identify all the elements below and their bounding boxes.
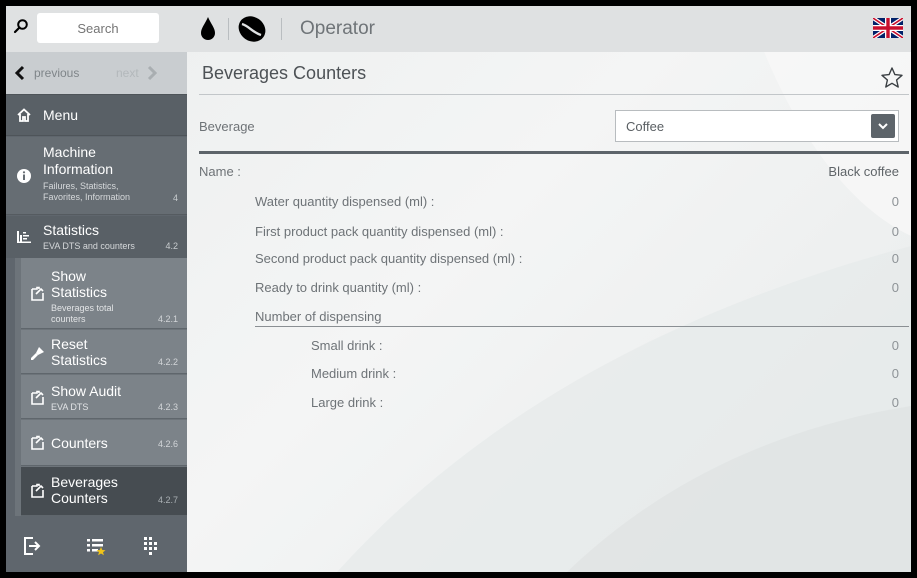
search-input[interactable] — [37, 13, 159, 43]
sub-item-show-statistics[interactable]: Show Statistics Beverages total counters… — [21, 258, 187, 329]
top-header: Operator — [187, 6, 911, 52]
brush-icon — [31, 347, 44, 360]
statistics-sub: EVA DTS and counters — [43, 241, 135, 251]
coffee-bean-icon[interactable] — [237, 14, 267, 44]
main-content: Operator Beverages Counters Beverage Cof… — [187, 6, 911, 572]
dispensing-value: 0 — [891, 338, 899, 353]
title-divider — [199, 94, 909, 95]
dispensing-label: Large drink : — [311, 395, 384, 410]
sub-item-counters[interactable]: Counters 4.2.6 — [21, 420, 187, 466]
header-separator — [228, 18, 229, 40]
dispensing-value: 0 — [891, 366, 899, 381]
counter-label: First product pack quantity dispensed (m… — [255, 224, 504, 239]
home-icon — [17, 108, 31, 122]
sub-item-label-2: Counters — [51, 490, 108, 506]
counter-label: Ready to drink quantity (ml) : — [255, 280, 422, 295]
hand-icon — [31, 390, 44, 405]
sub-item-show-audit[interactable]: Show Audit EVA DTS 4.2.3 — [21, 375, 187, 419]
sub-item-number: 4.2.7 — [157, 495, 178, 505]
dispensing-label: Medium drink : — [311, 366, 397, 381]
next-label: next — [116, 66, 139, 80]
dispensing-title: Number of dispensing — [255, 309, 382, 324]
counter-value: 0 — [891, 280, 899, 295]
machine-sub-2: Favorites, Information — [43, 192, 131, 202]
sub-item-label-2: Statistics — [51, 352, 108, 368]
counter-value: 0 — [891, 194, 899, 209]
previous-label: previous — [34, 66, 80, 80]
sub-item-number: 4.2.2 — [157, 357, 178, 367]
sub-item-number: 4.2.3 — [157, 402, 178, 412]
sidebar-item-menu[interactable]: Menu — [6, 94, 187, 136]
counter-value: 0 — [891, 224, 899, 239]
header-separator — [281, 18, 282, 40]
favorites-list-icon[interactable] — [86, 536, 106, 556]
search-icon[interactable] — [13, 18, 29, 34]
sub-item-number: 4.2.6 — [157, 439, 178, 449]
sub-item-label-2: Statistics — [51, 284, 108, 300]
uk-flag-icon[interactable] — [873, 18, 903, 38]
next-button[interactable]: next — [116, 52, 187, 94]
chevron-down-icon[interactable] — [871, 114, 895, 138]
statistics-icon — [17, 231, 31, 243]
page-title: Beverages Counters — [202, 63, 367, 83]
statistics-number: 4.2 — [165, 241, 178, 251]
sidebar-bottom-bar — [6, 516, 187, 572]
sub-item-label: Show Audit — [51, 383, 122, 399]
hand-icon — [31, 435, 44, 450]
dispensing-value: 0 — [891, 395, 899, 410]
sub-item-sub: EVA DTS — [51, 402, 89, 412]
beverage-label: Beverage — [199, 119, 255, 134]
dispensing-label: Small drink : — [311, 338, 383, 353]
machine-sub-1: Failures, Statistics, — [43, 181, 119, 191]
chevron-left-icon — [6, 52, 34, 94]
statistics-label: Statistics — [43, 222, 100, 238]
sidebar-item-machine-information[interactable]: Machine Information Failures, Statistics… — [6, 137, 187, 215]
machine-title-2: Information — [43, 161, 114, 177]
hand-icon — [31, 483, 44, 498]
favorite-star-icon[interactable] — [880, 66, 904, 90]
sub-item-beverages-counters[interactable]: Beverages Counters 4.2.7 — [21, 467, 187, 516]
counter-label: Water quantity dispensed (ml) : — [255, 194, 435, 209]
sub-item-label: Beverages — [51, 474, 118, 490]
beverage-select[interactable]: Coffee — [615, 110, 899, 142]
header-title: Operator — [300, 18, 375, 39]
sub-item-label: Show — [51, 268, 87, 284]
counter-value: 0 — [891, 251, 899, 266]
hand-icon — [31, 286, 44, 301]
sub-item-reset-statistics[interactable]: Reset Statistics 4.2.2 — [21, 330, 187, 374]
dispensing-divider — [255, 326, 909, 327]
sub-item-number: 4.2.1 — [157, 314, 178, 324]
chevron-right-icon — [139, 52, 165, 94]
keypad-icon[interactable] — [140, 536, 160, 556]
sub-item-sub: Beverages total — [51, 303, 114, 313]
water-drop-icon[interactable] — [199, 16, 217, 42]
logout-icon[interactable] — [22, 536, 42, 556]
machine-number: 4 — [172, 193, 178, 203]
info-icon — [17, 169, 31, 183]
sub-item-sub-2: counters — [51, 314, 86, 324]
sidebar: previous next Menu Machine Information — [6, 6, 187, 572]
beverage-select-value: Coffee — [626, 119, 665, 134]
statistics-submenu: Show Statistics Beverages total counters… — [15, 258, 187, 516]
history-nav: previous next — [6, 52, 187, 94]
sub-item-label: Counters — [51, 435, 108, 451]
counter-label: Second product pack quantity dispensed (… — [255, 251, 523, 266]
menu-label: Menu — [43, 107, 79, 123]
sidebar-item-statistics[interactable]: Statistics EVA DTS and counters 4.2 — [6, 216, 187, 258]
app-frame: previous next Menu Machine Information — [6, 6, 911, 572]
search-bar — [6, 6, 187, 52]
sub-item-label: Reset — [51, 336, 88, 352]
name-value: Black coffee — [828, 164, 899, 179]
section-divider — [199, 151, 909, 154]
machine-title: Machine — [43, 144, 96, 160]
previous-button[interactable]: previous — [6, 52, 106, 94]
name-label: Name : — [199, 164, 241, 179]
